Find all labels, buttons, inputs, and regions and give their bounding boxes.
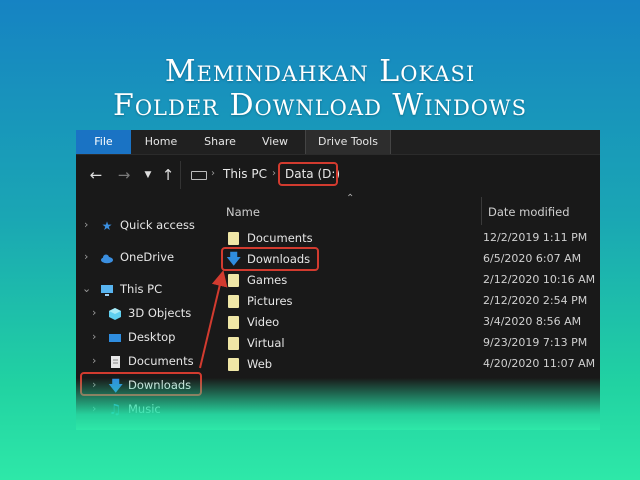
folder-icon <box>228 274 239 287</box>
music-note-icon: ♫ <box>108 402 122 418</box>
folder-icon <box>228 337 239 350</box>
monitor-icon <box>100 283 114 297</box>
column-header-date[interactable]: Date modified <box>488 205 570 219</box>
sidebar-item-quick-access[interactable]: › ★ Quick access <box>76 215 206 237</box>
file-date: 2/12/2020 10:16 AM <box>483 273 596 286</box>
file-row[interactable]: Web 4/20/2020 11:07 AM <box>222 355 600 375</box>
file-date: 3/4/2020 8:56 AM <box>483 315 582 328</box>
navigation-bar: ← → ▼ ↑ › This PC › Data (D:) <box>76 155 600 195</box>
highlight-box-sidebar-downloads <box>80 372 202 396</box>
sidebar-item-label: Quick access <box>120 218 195 232</box>
file-name: Virtual <box>247 336 285 350</box>
column-divider[interactable] <box>481 197 482 225</box>
file-row[interactable]: Games 2/12/2020 10:16 AM <box>222 271 600 291</box>
chevron-right-icon: › <box>84 250 89 263</box>
folder-icon <box>228 316 239 329</box>
sidebar-item-onedrive[interactable]: › OneDrive <box>76 247 206 269</box>
tab-file[interactable]: File <box>76 130 131 154</box>
sort-caret-icon: ⌃ <box>346 193 355 204</box>
tab-drive-tools[interactable]: Drive Tools <box>305 130 391 154</box>
cube-icon <box>108 307 122 321</box>
chevron-right-icon: › <box>84 218 89 231</box>
file-row[interactable]: Virtual 9/23/2019 7:13 PM <box>222 334 600 354</box>
file-date: 12/2/2019 1:11 PM <box>483 231 588 244</box>
up-arrow-icon[interactable]: ↑ <box>158 165 178 185</box>
folder-icon <box>228 232 239 245</box>
desktop-icon <box>108 331 122 345</box>
column-header-name[interactable]: Name <box>226 205 260 219</box>
breadcrumb-this-pc[interactable]: This PC <box>223 167 267 181</box>
page-heading-line2: Folder Download Windows <box>113 88 527 123</box>
sidebar-item-this-pc[interactable]: ⌄ This PC <box>76 279 206 301</box>
tab-share[interactable]: Share <box>191 130 249 154</box>
page-heading-line1: Memindahkan Lokasi <box>164 54 476 89</box>
sidebar-item-label: OneDrive <box>120 250 175 264</box>
sidebar-item-label: Documents <box>128 354 194 368</box>
cloud-icon <box>100 251 114 265</box>
file-list: ⌃ Name Date modified Documents 12/2/2019… <box>206 193 600 430</box>
sidebar-item-3d-objects[interactable]: › 3D Objects <box>76 303 206 325</box>
chevron-right-icon: › <box>92 306 97 319</box>
file-name: Games <box>247 273 288 287</box>
tab-view[interactable]: View <box>249 130 301 154</box>
file-explorer-window: File Home Share View Drive Tools ← → ▼ ↑… <box>76 130 600 430</box>
sidebar-item-desktop[interactable]: › Desktop <box>76 327 206 349</box>
chevron-right-icon: › <box>92 354 97 367</box>
file-date: 6/5/2020 6:07 AM <box>483 252 582 265</box>
address-bar[interactable]: › This PC › Data (D:) <box>180 161 600 189</box>
chevron-right-icon: › <box>272 168 276 179</box>
tab-home[interactable]: Home <box>131 130 191 154</box>
sidebar-item-label: This PC <box>120 282 163 296</box>
star-icon: ★ <box>101 219 113 233</box>
file-row[interactable]: Video 3/4/2020 8:56 AM <box>222 313 600 333</box>
sidebar-item-label: 3D Objects <box>128 306 192 320</box>
file-date: 9/23/2019 7:13 PM <box>483 336 588 349</box>
document-icon <box>108 355 122 369</box>
highlight-box-drive <box>278 162 338 186</box>
sidebar-item-music[interactable]: › ♫ Music <box>76 399 206 421</box>
sidebar-item-label: Desktop <box>128 330 176 344</box>
file-date: 4/20/2020 11:07 AM <box>483 357 596 370</box>
folder-icon <box>228 358 239 371</box>
chevron-right-icon: › <box>211 168 215 179</box>
ribbon-tabs: File Home Share View Drive Tools <box>76 130 600 155</box>
file-name: Video <box>247 315 280 329</box>
file-date: 2/12/2020 2:54 PM <box>483 294 588 307</box>
sidebar-item-label: Music <box>128 402 161 416</box>
highlight-box-downloads-folder <box>221 247 319 271</box>
file-row[interactable]: Documents 12/2/2019 1:11 PM <box>222 229 600 249</box>
back-arrow-icon[interactable]: ← <box>86 165 106 185</box>
sidebar-item-documents[interactable]: › Documents <box>76 351 206 373</box>
file-name: Pictures <box>247 294 293 308</box>
file-row[interactable]: Pictures 2/12/2020 2:54 PM <box>222 292 600 312</box>
chevron-down-icon[interactable]: ▼ <box>138 165 158 185</box>
chevron-down-icon: ⌄ <box>82 282 92 295</box>
drive-icon <box>191 171 207 180</box>
chevron-right-icon: › <box>92 330 97 343</box>
chevron-right-icon: › <box>92 402 97 415</box>
forward-arrow-icon[interactable]: → <box>114 165 134 185</box>
file-name: Web <box>247 357 273 371</box>
file-name: Documents <box>247 231 313 245</box>
folder-icon <box>228 295 239 308</box>
